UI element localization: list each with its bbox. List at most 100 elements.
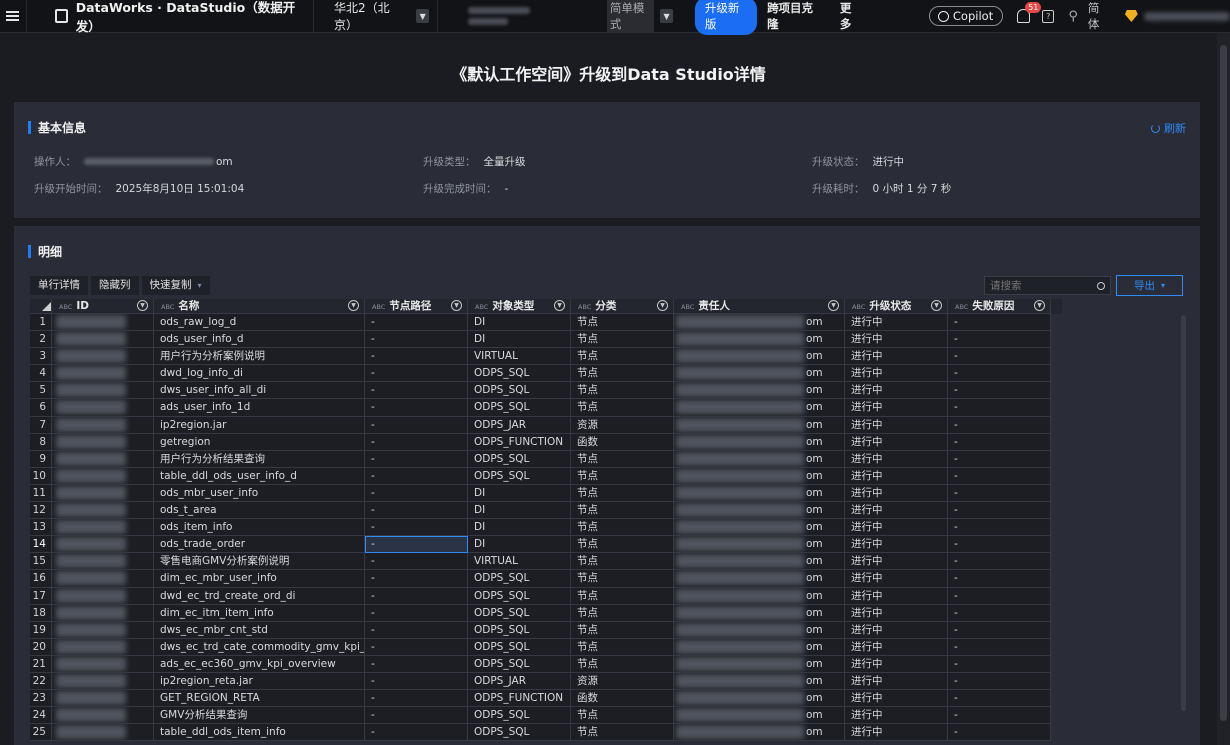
cell-name[interactable]: ip2region.jar bbox=[154, 416, 365, 434]
cell-failure-reason[interactable]: - bbox=[948, 416, 1051, 434]
cell-owner[interactable]: om bbox=[674, 621, 845, 639]
cell-node-path[interactable]: - bbox=[365, 690, 468, 708]
cell-failure-reason[interactable]: - bbox=[948, 433, 1051, 451]
row-number[interactable]: 22 bbox=[30, 672, 52, 691]
col-header-failure-reason[interactable]: ABC 失败原因 ▼ bbox=[948, 299, 1051, 314]
cell-id[interactable] bbox=[52, 314, 154, 332]
cell-id[interactable] bbox=[52, 604, 154, 622]
row-number[interactable]: 7 bbox=[30, 416, 52, 434]
cell-category[interactable]: 节点 bbox=[571, 314, 674, 332]
table-row[interactable]: 23 GET_REGION_RETA - ODPS_FUNCTION 函数 om 进行中 - bbox=[30, 690, 1062, 708]
row-number[interactable]: 24 bbox=[30, 707, 52, 725]
row-number[interactable]: 9 bbox=[30, 450, 52, 468]
table-row[interactable]: 4 dwd_log_info_di - ODPS_SQL 节点 om 进行中 - bbox=[30, 365, 1062, 383]
table-row[interactable]: 1 ods_raw_log_d - DI 节点 om 进行中 - bbox=[30, 314, 1062, 332]
cell-upgrade-status[interactable]: 进行中 bbox=[845, 655, 948, 673]
cell-id[interactable] bbox=[52, 484, 154, 503]
cell-category[interactable]: 节点 bbox=[571, 638, 674, 656]
cell-upgrade-status[interactable]: 进行中 bbox=[845, 570, 948, 588]
cell-owner[interactable]: om bbox=[674, 553, 845, 571]
cell-failure-reason[interactable]: - bbox=[948, 365, 1051, 383]
cell-name[interactable]: ads_user_info_1d bbox=[154, 399, 365, 417]
cell-node-path[interactable]: - bbox=[365, 604, 468, 622]
cell-id[interactable] bbox=[52, 382, 154, 400]
cell-upgrade-status[interactable]: 进行中 bbox=[845, 604, 948, 622]
cell-owner[interactable]: om bbox=[674, 690, 845, 708]
cell-failure-reason[interactable]: - bbox=[948, 587, 1051, 605]
cell-name[interactable]: 用户行为分析结果查询 bbox=[154, 450, 365, 468]
cell-name[interactable]: ads_ec_ec360_gmv_kpi_overview bbox=[154, 655, 365, 673]
row-number[interactable]: 20 bbox=[30, 638, 52, 656]
cell-category[interactable]: 节点 bbox=[571, 604, 674, 622]
row-number[interactable]: 3 bbox=[30, 348, 52, 366]
select-all-corner[interactable] bbox=[30, 299, 52, 314]
cell-owner[interactable]: om bbox=[674, 348, 845, 366]
copilot-button[interactable]: Copilot bbox=[928, 6, 1004, 26]
row-detail-button[interactable]: 单行详情 bbox=[30, 276, 88, 295]
cell-failure-reason[interactable]: - bbox=[948, 450, 1051, 468]
row-number[interactable]: 8 bbox=[30, 433, 52, 451]
table-row[interactable]: 24 GMV分析结果查询 - ODPS_SQL 节点 om 进行中 - bbox=[30, 707, 1062, 725]
row-number[interactable]: 16 bbox=[30, 570, 52, 588]
cell-object-type[interactable]: ODPS_SQL bbox=[468, 450, 571, 468]
cell-node-path[interactable]: - bbox=[365, 536, 468, 554]
cell-failure-reason[interactable]: - bbox=[948, 502, 1051, 520]
cell-object-type[interactable]: ODPS_SQL bbox=[468, 467, 571, 485]
cell-node-path[interactable]: - bbox=[365, 570, 468, 588]
cell-upgrade-status[interactable]: 进行中 bbox=[845, 399, 948, 417]
cell-id[interactable] bbox=[52, 450, 154, 468]
row-number[interactable]: 11 bbox=[30, 484, 52, 503]
gem-icon[interactable] bbox=[1124, 10, 1138, 22]
cell-owner[interactable]: om bbox=[674, 399, 845, 417]
cell-failure-reason[interactable]: - bbox=[948, 399, 1051, 417]
cell-node-path[interactable]: - bbox=[365, 707, 468, 725]
cell-upgrade-status[interactable]: 进行中 bbox=[845, 638, 948, 656]
cell-upgrade-status[interactable]: 进行中 bbox=[845, 484, 948, 503]
cell-node-path[interactable]: - bbox=[365, 553, 468, 571]
table-row[interactable]: 6 ads_user_info_1d - ODPS_SQL 节点 om 进行中 - bbox=[30, 399, 1062, 417]
cell-object-type[interactable]: VIRTUAL bbox=[468, 348, 571, 366]
cell-id[interactable] bbox=[52, 467, 154, 485]
table-row[interactable]: 14 ods_trade_order - DI 节点 om 进行中 - bbox=[30, 536, 1062, 554]
quick-copy-button[interactable]: 快速复制 ▾ bbox=[141, 276, 210, 295]
table-row[interactable]: 8 getregion - ODPS_FUNCTION 函数 om 进行中 - bbox=[30, 433, 1062, 451]
cell-object-type[interactable]: ODPS_JAR bbox=[468, 672, 571, 691]
cell-upgrade-status[interactable]: 进行中 bbox=[845, 553, 948, 571]
language-switch[interactable]: 简体 bbox=[1088, 0, 1109, 32]
cell-upgrade-status[interactable]: 进行中 bbox=[845, 365, 948, 383]
cell-object-type[interactable]: ODPS_SQL bbox=[468, 399, 571, 417]
user-account[interactable] bbox=[1143, 11, 1230, 21]
cell-name[interactable]: dws_ec_trd_cate_commodity_gmv_kpi_fy bbox=[154, 638, 365, 656]
cell-category[interactable]: 节点 bbox=[571, 502, 674, 520]
cell-category[interactable]: 节点 bbox=[571, 365, 674, 383]
row-number[interactable]: 14 bbox=[30, 536, 52, 554]
row-number[interactable]: 21 bbox=[30, 655, 52, 673]
table-row[interactable]: 25 table_ddl_ods_item_info - ODPS_SQL 节点 om 进行… bbox=[30, 724, 1062, 742]
cell-id[interactable] bbox=[52, 536, 154, 554]
cell-object-type[interactable]: ODPS_SQL bbox=[468, 724, 571, 742]
table-row[interactable]: 18 dim_ec_itm_item_info - ODPS_SQL 节点 om 进行中 - bbox=[30, 604, 1062, 622]
chevron-down-icon[interactable]: ▼ bbox=[554, 300, 565, 311]
cell-id[interactable] bbox=[52, 348, 154, 366]
cell-upgrade-status[interactable]: 进行中 bbox=[845, 502, 948, 520]
cell-name[interactable]: dim_ec_itm_item_info bbox=[154, 604, 365, 622]
cell-category[interactable]: 节点 bbox=[571, 450, 674, 468]
cell-name[interactable]: table_ddl_ods_item_info bbox=[154, 724, 365, 742]
cell-id[interactable] bbox=[52, 621, 154, 639]
cell-object-type[interactable]: DI bbox=[468, 314, 571, 332]
cell-owner[interactable]: om bbox=[674, 450, 845, 468]
cell-node-path[interactable]: - bbox=[365, 382, 468, 400]
cell-category[interactable]: 节点 bbox=[571, 570, 674, 588]
cell-id[interactable] bbox=[52, 502, 154, 520]
table-row[interactable]: 9 用户行为分析结果查询 - ODPS_SQL 节点 om 进行中 - bbox=[30, 450, 1062, 468]
cell-failure-reason[interactable]: - bbox=[948, 707, 1051, 725]
cell-name[interactable]: ip2region_reta.jar bbox=[154, 672, 365, 691]
cell-node-path[interactable]: - bbox=[365, 399, 468, 417]
cell-object-type[interactable]: ODPS_SQL bbox=[468, 604, 571, 622]
row-number[interactable]: 5 bbox=[30, 382, 52, 400]
cell-upgrade-status[interactable]: 进行中 bbox=[845, 690, 948, 708]
cell-node-path[interactable]: - bbox=[365, 484, 468, 503]
export-button[interactable]: 导出 ▾ bbox=[1116, 275, 1183, 296]
cell-object-type[interactable]: ODPS_SQL bbox=[468, 621, 571, 639]
cell-upgrade-status[interactable]: 进行中 bbox=[845, 724, 948, 742]
